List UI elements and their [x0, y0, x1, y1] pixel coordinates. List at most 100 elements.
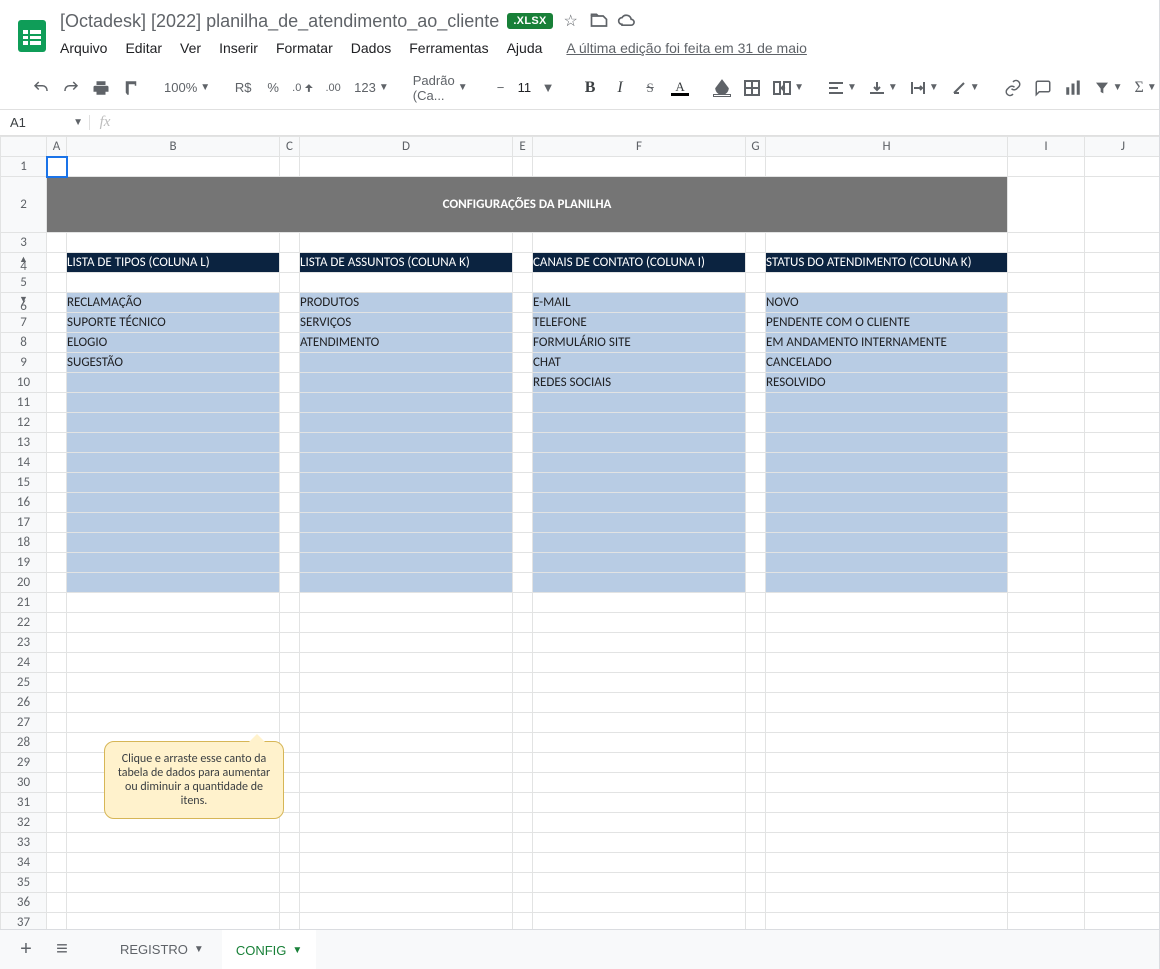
more-formats-select[interactable]: 123▼ [350, 80, 393, 95]
cell-C6[interactable] [280, 293, 300, 313]
cell-C1[interactable] [280, 157, 300, 177]
cell-A7[interactable] [47, 313, 67, 333]
cell-C18[interactable] [280, 533, 300, 553]
cell-A30[interactable] [47, 773, 67, 793]
cell-I16[interactable] [1008, 493, 1085, 513]
cell-I30[interactable] [1008, 773, 1085, 793]
cell-I24[interactable] [1008, 653, 1085, 673]
cell-F27[interactable] [533, 713, 746, 733]
cell-E22[interactable] [513, 613, 533, 633]
cell-J11[interactable] [1085, 393, 1160, 413]
cell-G15[interactable] [746, 473, 766, 493]
zoom-select[interactable]: 100%▼ [160, 80, 214, 95]
cell-A32[interactable] [47, 813, 67, 833]
cell-C15[interactable] [280, 473, 300, 493]
cell-C5[interactable] [280, 273, 300, 293]
cell-A23[interactable] [47, 633, 67, 653]
cell-H11[interactable] [766, 393, 1008, 413]
col-E[interactable]: E [513, 137, 533, 157]
cell-B6[interactable]: RECLAMAÇÃO [67, 293, 280, 313]
cell-A5[interactable] [47, 273, 67, 293]
cell-B5[interactable] [67, 273, 280, 293]
cell-H6[interactable]: NOVO [766, 293, 1008, 313]
cell-F32[interactable] [533, 813, 746, 833]
cell-H36[interactable] [766, 893, 1008, 913]
cell-F9[interactable]: CHAT [533, 353, 746, 373]
cell-E29[interactable] [513, 753, 533, 773]
cell-H16[interactable] [766, 493, 1008, 513]
cell-C32[interactable] [280, 813, 300, 833]
doc-title[interactable]: [Octadesk] [2022] planilha_de_atendiment… [60, 11, 499, 32]
cell-G17[interactable] [746, 513, 766, 533]
cell-H27[interactable] [766, 713, 1008, 733]
cell-J2[interactable] [1085, 177, 1160, 233]
cell-C21[interactable] [280, 593, 300, 613]
cell-J27[interactable] [1085, 713, 1160, 733]
cell-F6[interactable]: E-MAIL [533, 293, 746, 313]
cell-G32[interactable] [746, 813, 766, 833]
cell-H26[interactable] [766, 693, 1008, 713]
cell-J36[interactable] [1085, 893, 1160, 913]
cell-B11[interactable] [67, 393, 280, 413]
cell-C22[interactable] [280, 613, 300, 633]
cell-I25[interactable] [1008, 673, 1085, 693]
cell-D26[interactable] [300, 693, 513, 713]
cell-D33[interactable] [300, 833, 513, 853]
cell-F31[interactable] [533, 793, 746, 813]
cell-B23[interactable] [67, 633, 280, 653]
cell-H12[interactable] [766, 413, 1008, 433]
row-35[interactable]: 35 [1, 873, 47, 893]
cell-F35[interactable] [533, 873, 746, 893]
cell-B21[interactable] [67, 593, 280, 613]
row-21[interactable]: 21 [1, 593, 47, 613]
cell-A20[interactable] [47, 573, 67, 593]
cell-G23[interactable] [746, 633, 766, 653]
cell-H15[interactable] [766, 473, 1008, 493]
cell-J5[interactable] [1085, 273, 1160, 293]
cell-E3[interactable] [513, 233, 533, 253]
row-4[interactable]: ▲4 [1, 253, 47, 273]
cell-I28[interactable] [1008, 733, 1085, 753]
cell-J10[interactable] [1085, 373, 1160, 393]
cell-I22[interactable] [1008, 613, 1085, 633]
row-11[interactable]: 11 [1, 393, 47, 413]
row-18[interactable]: 18 [1, 533, 47, 553]
cell-C17[interactable] [280, 513, 300, 533]
cell-H30[interactable] [766, 773, 1008, 793]
cell-H13[interactable] [766, 433, 1008, 453]
font-size-value[interactable]: 11 [518, 80, 532, 95]
cell-C33[interactable] [280, 833, 300, 853]
cell-I12[interactable] [1008, 413, 1085, 433]
percent-button[interactable]: % [260, 74, 286, 102]
cell-E28[interactable] [513, 733, 533, 753]
tab-config[interactable]: CONFIG▼ [222, 930, 316, 969]
cell-A9[interactable] [47, 353, 67, 373]
cell-D15[interactable] [300, 473, 513, 493]
cell-I4[interactable] [1008, 253, 1085, 273]
cell-F20[interactable] [533, 573, 746, 593]
cell-J35[interactable] [1085, 873, 1160, 893]
row-2[interactable]: 2 [1, 177, 47, 233]
cell-D3[interactable] [300, 233, 513, 253]
cell-H5[interactable] [766, 273, 1008, 293]
row-29[interactable]: 29 [1, 753, 47, 773]
row-17[interactable]: 17 [1, 513, 47, 533]
cell-J32[interactable] [1085, 813, 1160, 833]
cell-G12[interactable] [746, 413, 766, 433]
cell-G34[interactable] [746, 853, 766, 873]
cell-G18[interactable] [746, 533, 766, 553]
move-icon[interactable] [589, 11, 609, 31]
cell-I13[interactable] [1008, 433, 1085, 453]
cell-H9[interactable]: CANCELADO [766, 353, 1008, 373]
cell-G30[interactable] [746, 773, 766, 793]
cell-J21[interactable] [1085, 593, 1160, 613]
cell-E6[interactable] [513, 293, 533, 313]
cell-I27[interactable] [1008, 713, 1085, 733]
cell-H14[interactable] [766, 453, 1008, 473]
cell-G5[interactable] [746, 273, 766, 293]
cell-D18[interactable] [300, 533, 513, 553]
row-5[interactable]: 5 [1, 273, 47, 293]
cell-H24[interactable] [766, 653, 1008, 673]
cell-C12[interactable] [280, 413, 300, 433]
cell-H33[interactable] [766, 833, 1008, 853]
